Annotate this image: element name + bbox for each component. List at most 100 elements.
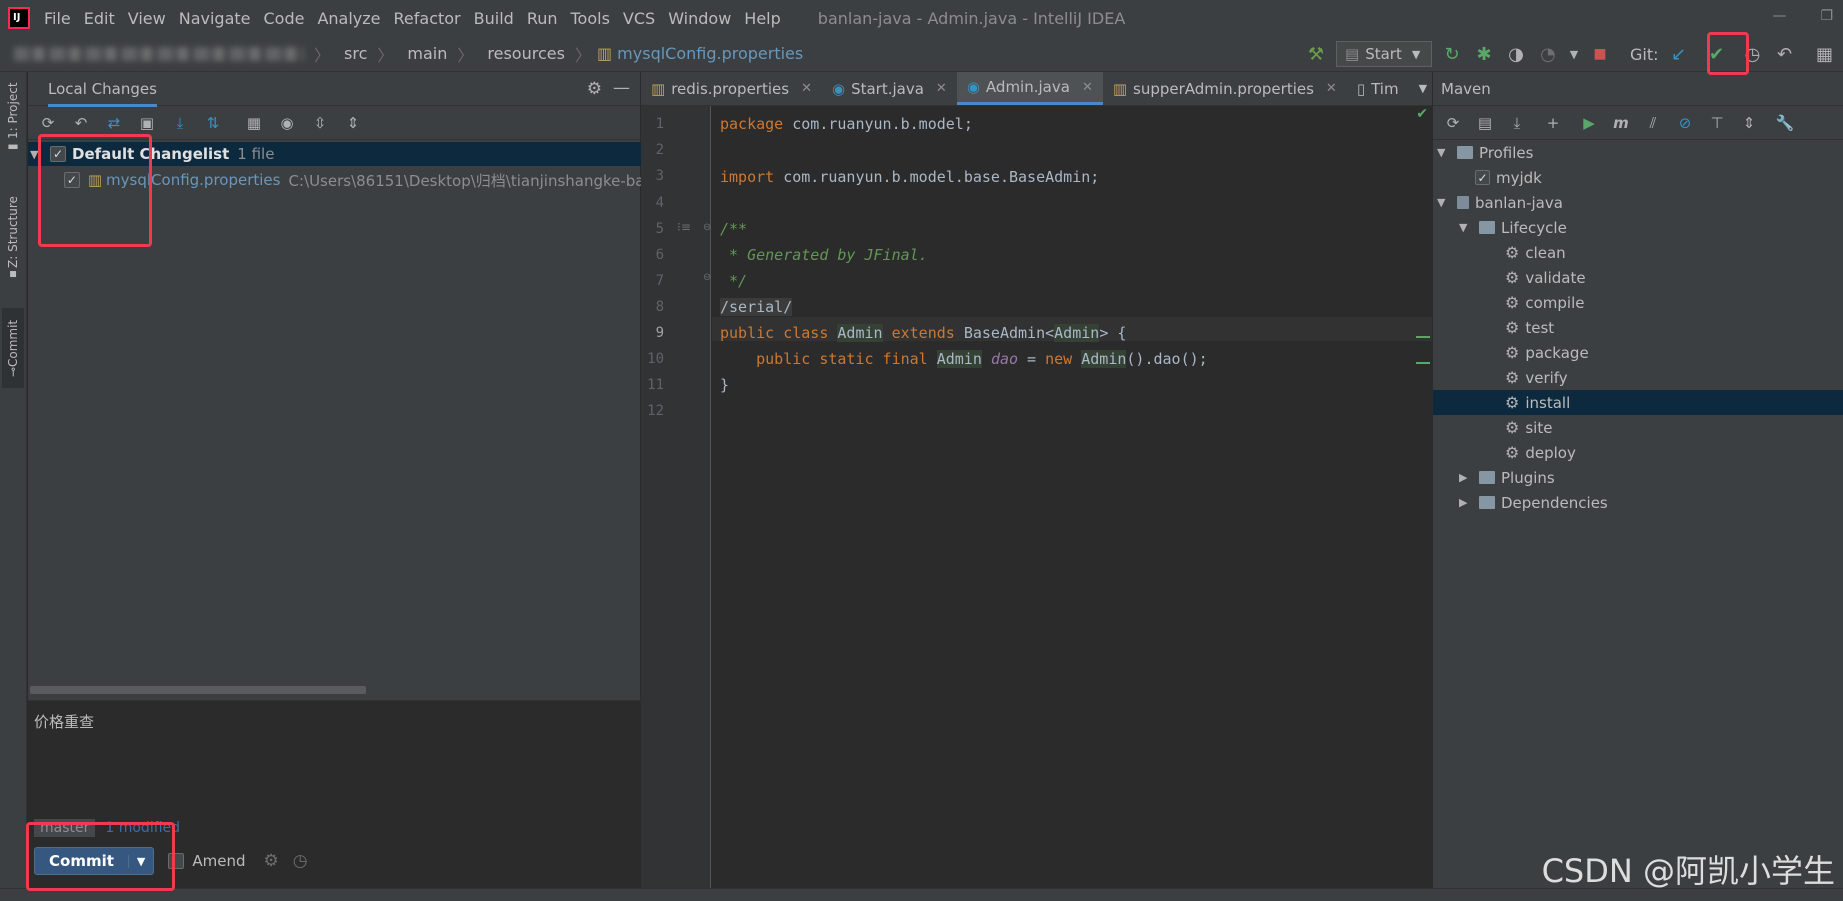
move-to-changelist-icon[interactable]: ⇅ [201, 111, 225, 135]
chevron-down-icon[interactable]: ▼ [1437, 196, 1449, 209]
tree-project[interactable]: ▼ banlan-java [1433, 190, 1843, 215]
chevron-right-icon[interactable]: ▶ [1459, 496, 1471, 509]
tree-phase-deploy[interactable]: ⚙ deploy [1433, 440, 1843, 465]
run-config-selector[interactable]: ▤ Start ▼ [1336, 41, 1432, 67]
menu-tools[interactable]: Tools [571, 9, 610, 28]
run-icon[interactable]: ▶ [1577, 111, 1601, 135]
debug-bug-icon[interactable]: ✱ [1472, 42, 1496, 66]
project-structure-icon[interactable]: ▦ [1813, 42, 1837, 66]
settings-wrench-icon[interactable]: 🔧 [1773, 111, 1797, 135]
menu-code[interactable]: Code [264, 9, 305, 28]
restore-icon[interactable]: ❐ [1820, 8, 1833, 24]
expand-all-icon[interactable]: ⇳ [308, 111, 332, 135]
tab-redis-properties[interactable]: ▥ redis.properties ✕ [641, 72, 822, 105]
menu-help[interactable]: Help [744, 9, 780, 28]
git-update-icon[interactable]: ↙ [1667, 42, 1691, 66]
skip-tests-icon[interactable]: ⊘ [1673, 111, 1697, 135]
menu-refactor[interactable]: Refactor [394, 9, 461, 28]
collapse-all-icon[interactable]: ⇕ [341, 111, 365, 135]
menu-run[interactable]: Run [527, 9, 558, 28]
chevron-down-icon[interactable]: ▼ [1419, 82, 1427, 95]
close-icon[interactable]: ✕ [801, 81, 812, 96]
local-changes-tab[interactable]: Local Changes [48, 80, 157, 107]
commit-history-clock-icon[interactable]: ◷ [293, 851, 308, 871]
changelist-icon[interactable]: ▣ [135, 111, 159, 135]
stop-icon[interactable]: ■ [1588, 42, 1612, 66]
shelve-icon[interactable]: ⤓ [168, 111, 192, 135]
menu-window[interactable]: Window [668, 9, 731, 28]
code-line-5: /** [720, 220, 748, 238]
git-rollback-icon[interactable]: ↶ [1773, 42, 1797, 66]
close-icon[interactable]: ✕ [936, 81, 947, 96]
show-dependencies-icon[interactable]: ⊤ [1705, 111, 1729, 135]
commit-options-gear-icon[interactable]: ⚙ [264, 851, 279, 871]
chevron-right-icon[interactable]: ▶ [1459, 471, 1471, 484]
breadcrumb-main[interactable]: main [407, 44, 447, 63]
tree-lifecycle[interactable]: ▼ Lifecycle [1433, 215, 1843, 240]
tree-phase-test[interactable]: ⚙ test [1433, 315, 1843, 340]
tool-tab-commit[interactable]: ⊸ Commit [2, 308, 24, 388]
tree-phase-verify[interactable]: ⚙ verify [1433, 365, 1843, 390]
close-icon[interactable]: ✕ [1082, 80, 1093, 95]
profile-checkbox[interactable]: ✓ [1475, 170, 1490, 185]
collapse-all-icon[interactable]: ⇕ [1737, 111, 1761, 135]
tree-phase-site[interactable]: ⚙ site [1433, 415, 1843, 440]
tree-plugins[interactable]: ▶ Plugins [1433, 465, 1843, 490]
tab-tim[interactable]: ▯ Tim ▼ [1347, 72, 1437, 105]
show-diff-icon[interactable]: ⇄ [102, 111, 126, 135]
refresh-icon[interactable]: ⟳ [36, 111, 60, 135]
close-icon[interactable]: ✕ [1326, 81, 1337, 96]
chevron-down-icon[interactable]: ▼ [1459, 221, 1471, 234]
tree-phase-package[interactable]: ⚙ package [1433, 340, 1843, 365]
generate-sources-icon[interactable]: ▤ [1473, 111, 1497, 135]
coverage-icon[interactable]: ◑ [1504, 42, 1528, 66]
tree-phase-install[interactable]: ⚙ install [1433, 390, 1843, 415]
menu-file[interactable]: File [44, 9, 71, 28]
menu-build[interactable]: Build [474, 9, 514, 28]
tool-tab-project[interactable]: ▬ 1: Project [2, 80, 24, 156]
commit-message-input[interactable]: 价格重查 [34, 711, 94, 732]
line-number-gutter: 1 2 3 4 5 6 7 8 9 10 11 12 ⁝≡ ⊖ ⊖ [641, 106, 711, 888]
breadcrumb-mysqlconfig[interactable]: ▥ mysqlConfig.properties [597, 44, 803, 63]
menu-edit[interactable]: Edit [84, 9, 115, 28]
preview-eye-icon[interactable]: ◉ [275, 111, 299, 135]
tree-profiles[interactable]: ▼ Profiles [1433, 140, 1843, 165]
chevron-down-icon[interactable]: ▼ [1437, 146, 1449, 159]
tree-profile-myjdk[interactable]: ✓ myjdk [1433, 165, 1843, 190]
menu-vcs[interactable]: VCS [623, 9, 655, 28]
tree-label: install [1525, 393, 1571, 412]
javadoc-toggle-icon[interactable]: ⁝≡ [677, 220, 691, 234]
menu-view[interactable]: View [128, 9, 166, 28]
reload-icon[interactable]: ⟳ [1441, 111, 1465, 135]
fold-icon[interactable]: ⊖ [703, 222, 711, 233]
tree-phase-clean[interactable]: ⚙ clean [1433, 240, 1843, 265]
breadcrumb-resources[interactable]: resources [487, 44, 565, 63]
build-hammer-icon[interactable]: ⚒ [1304, 42, 1328, 66]
profile-icon[interactable]: ◔ [1536, 42, 1560, 66]
tab-supperadmin-properties[interactable]: ▥ supperAdmin.properties ✕ [1103, 72, 1347, 105]
horizontal-scrollbar[interactable] [30, 686, 366, 694]
tab-admin-java[interactable]: ◉ Admin.java ✕ [956, 72, 1103, 105]
fold-icon[interactable]: ⊖ [703, 272, 711, 283]
add-icon[interactable]: + [1541, 111, 1565, 135]
tree-phase-compile[interactable]: ⚙ compile [1433, 290, 1843, 315]
group-by-icon[interactable]: ▦ [242, 111, 266, 135]
menu-analyze[interactable]: Analyze [317, 9, 380, 28]
breadcrumb-src[interactable]: src [344, 44, 367, 63]
inspection-ok-check-icon[interactable]: ✔ [1416, 106, 1428, 122]
rollback-icon[interactable]: ↶ [69, 111, 93, 135]
tree-dependencies[interactable]: ▶ Dependencies [1433, 490, 1843, 515]
hide-panel-icon[interactable]: — [613, 78, 630, 98]
amend-label: Amend [192, 852, 246, 870]
tree-phase-validate[interactable]: ⚙ validate [1433, 265, 1843, 290]
rerun-icon[interactable]: ↻ [1440, 42, 1464, 66]
minimize-icon[interactable]: — [1772, 8, 1786, 24]
chevron-down-icon[interactable]: ▼ [1568, 42, 1580, 66]
tab-start-java[interactable]: ◉ Start.java ✕ [822, 72, 957, 105]
tool-tab-structure[interactable]: ▪ Z: Structure [2, 184, 24, 294]
maven-goal-icon[interactable]: m [1609, 111, 1633, 135]
settings-gear-icon[interactable]: ⚙ [587, 79, 602, 99]
download-icon[interactable]: ⤓ [1505, 111, 1529, 135]
toggle-offline-icon[interactable]: ⫽ [1641, 111, 1665, 135]
menu-navigate[interactable]: Navigate [179, 9, 251, 28]
